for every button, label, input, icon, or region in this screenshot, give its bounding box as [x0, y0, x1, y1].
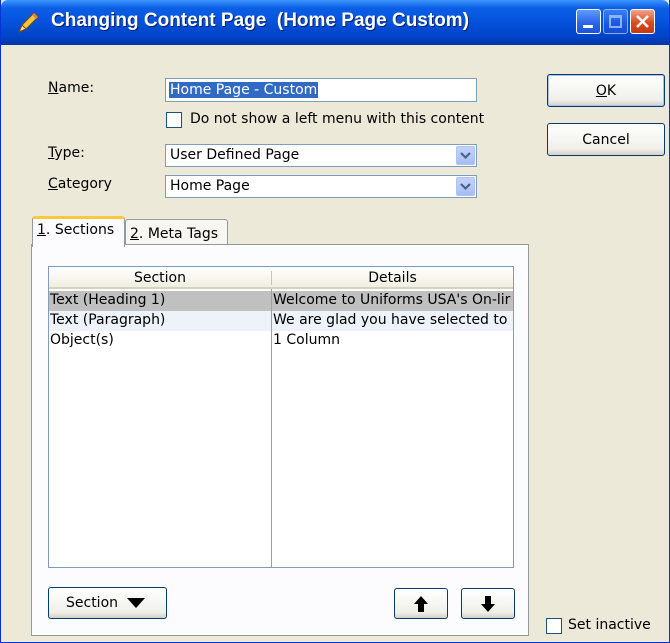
row-section-cell: Text (Heading 1): [50, 292, 166, 308]
type-select[interactable]: User Defined Page: [165, 144, 477, 167]
row-section-cell: Text (Paragraph): [50, 312, 166, 328]
minimize-icon: [583, 25, 593, 28]
set-inactive-checkbox[interactable]: [546, 618, 562, 634]
title-bar[interactable]: Changing Content Page (Home Page Custom): [1, 0, 669, 45]
no-left-menu-label: Do not show a left menu with this conten…: [190, 111, 485, 127]
list-header: Section Details: [49, 267, 513, 289]
tab-sections[interactable]: 1. Sections: [32, 216, 125, 247]
maximize-icon: [609, 15, 622, 28]
sections-list[interactable]: Section Details Text (Heading 1) Welcome…: [48, 266, 514, 568]
name-input-value: Home Page - Custom: [169, 82, 319, 98]
category-select[interactable]: Home Page: [165, 175, 477, 198]
move-down-button[interactable]: [461, 588, 515, 619]
close-button[interactable]: [630, 9, 655, 34]
category-dropdown-button[interactable]: [456, 177, 475, 196]
row-details-cell: We are glad you have selected to: [273, 312, 508, 328]
chevron-down-icon: [460, 183, 471, 191]
arrow-up-icon: [414, 595, 428, 612]
type-label-rest: ype:: [54, 145, 85, 161]
minimize-button[interactable]: [576, 9, 601, 34]
cancel-button-label: Cancel: [582, 131, 630, 148]
tab-sections-label: 1. Sections: [37, 222, 115, 238]
arrow-down-icon: [481, 595, 495, 612]
row-section-cell: Object(s): [50, 332, 114, 348]
table-row[interactable]: Text (Paragraph) We are glad you have se…: [49, 311, 513, 331]
table-row[interactable]: Text (Heading 1) Welcome to Uniforms USA…: [49, 291, 513, 311]
tab-meta-tags[interactable]: 2. Meta Tags: [125, 219, 228, 247]
name-input[interactable]: Home Page - Custom: [165, 78, 477, 102]
window-title: Changing Content Page (Home Page Custom): [51, 10, 470, 31]
name-label: Name:: [48, 80, 95, 96]
section-menu-button[interactable]: Section: [48, 587, 167, 619]
no-left-menu-checkbox[interactable]: [166, 112, 182, 128]
column-header-details[interactable]: Details: [272, 270, 513, 286]
triangle-down-icon: [127, 598, 146, 608]
tab-meta-tags-label: 2. Meta Tags: [130, 226, 219, 242]
type-select-value: User Defined Page: [170, 147, 300, 163]
dialog-window: Changing Content Page (Home Page Custom)…: [0, 0, 670, 643]
category-label-rest: ategory: [57, 176, 112, 192]
set-inactive-label: Set inactive: [568, 617, 651, 633]
cancel-button[interactable]: Cancel: [547, 123, 665, 156]
maximize-button[interactable]: [603, 9, 628, 34]
column-divider: [271, 289, 272, 567]
column-header-section[interactable]: Section: [49, 270, 271, 286]
move-up-button[interactable]: [394, 588, 448, 619]
pencil-icon: [18, 12, 39, 33]
table-row[interactable]: Object(s) 1 Column: [49, 331, 513, 351]
row-details-cell: Welcome to Uniforms USA's On-lir: [273, 292, 511, 308]
ok-button-label: OK: [595, 82, 617, 99]
name-label-rest: ame:: [58, 80, 95, 96]
type-label: Type:: [48, 145, 85, 161]
category-select-value: Home Page: [170, 178, 250, 194]
section-button-label: Section: [66, 595, 119, 611]
chevron-down-icon: [460, 152, 471, 160]
type-dropdown-button[interactable]: [456, 146, 475, 165]
row-details-cell: 1 Column: [273, 332, 340, 348]
ok-button[interactable]: OK: [547, 74, 665, 107]
category-label: Category: [48, 176, 112, 192]
close-icon: [636, 15, 649, 28]
